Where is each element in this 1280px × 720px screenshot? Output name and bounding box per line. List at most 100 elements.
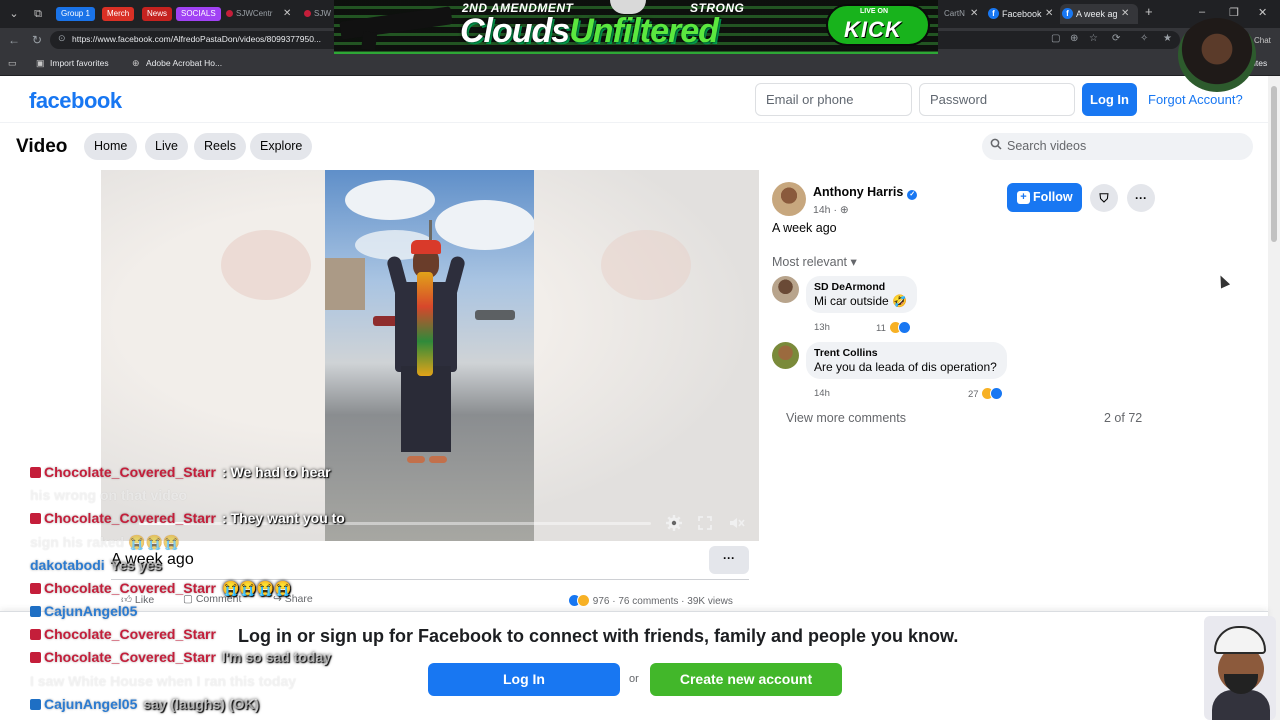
mute-icon[interactable] (728, 514, 746, 532)
url-text: https://www.facebook.com/AlfredoPastaDon… (72, 34, 322, 44)
post-more-button[interactable]: ··· (709, 546, 749, 574)
forgot-account-link[interactable]: Forgot Account? (1148, 92, 1243, 107)
more-options-button[interactable]: ··· (1127, 184, 1155, 212)
chat-label[interactable]: Chat (1254, 36, 1271, 45)
tab-favicon (226, 10, 233, 17)
tab-explore[interactable]: Explore (250, 133, 313, 160)
tab-group-socials[interactable]: SOCIALS (176, 7, 221, 21)
favorites-bar-label[interactable]: ites (1254, 58, 1267, 68)
mascot-body (1212, 690, 1270, 720)
search-placeholder: Search videos (1007, 139, 1087, 153)
tab-sjw[interactable]: SJW (304, 7, 334, 21)
close-tab-icon[interactable]: ✕ (970, 7, 978, 21)
bookmark-adobe-acrobat[interactable]: ⊕ Adobe Acrobat Ho... (132, 58, 222, 69)
comment-text: Mi car outside 🤣 (814, 294, 907, 308)
follow-label: Follow (1033, 190, 1073, 204)
view-more-comments-link[interactable]: View more comments (786, 411, 906, 425)
chat-message-continued: I saw White House when I ran this today (30, 673, 297, 689)
video-player[interactable] (101, 170, 759, 541)
laughing-emoji-icon: 🤣 (892, 294, 907, 308)
banner-title-part1: Clouds (460, 12, 570, 50)
chat-text: : They want you to (221, 510, 345, 526)
avatar[interactable] (772, 342, 799, 369)
avatar[interactable] (772, 182, 806, 216)
chat-message-continued: sign his raked 😭😭😭 (30, 534, 181, 550)
video-frame[interactable] (325, 170, 534, 541)
comment-reactions[interactable]: 11 (876, 321, 911, 334)
minimize-icon[interactable]: – (1199, 6, 1205, 18)
site-info-icon[interactable]: ⊙ (58, 33, 66, 44)
tab-live[interactable]: Live (145, 133, 188, 160)
password-field[interactable]: Password (919, 83, 1075, 116)
bookmark-icon: ⛉ (1099, 191, 1109, 205)
chat-badge-icon (30, 583, 41, 594)
close-tab-icon[interactable]: ✕ (1121, 7, 1129, 21)
commenter-name[interactable]: Trent Collins (814, 347, 997, 359)
fullscreen-icon[interactable] (696, 514, 714, 532)
author-name[interactable]: Anthony Harris ✓ (813, 185, 918, 200)
post-time[interactable]: 14h (813, 204, 831, 216)
tab-home[interactable]: Home (84, 133, 138, 160)
reload-icon[interactable]: ↻ (32, 32, 42, 48)
tab-layout-icon[interactable]: ▢ (1051, 33, 1060, 44)
maximize-icon[interactable]: ❐ (1229, 6, 1239, 19)
save-button[interactable]: ⛉ (1090, 184, 1118, 212)
bookmark-label: Adobe Acrobat Ho... (146, 58, 223, 68)
back-icon[interactable]: ← (8, 32, 20, 48)
chat-badge-icon (30, 513, 41, 524)
chat-username: dakotabodi (30, 557, 105, 573)
comment-time[interactable]: 14h (814, 388, 830, 399)
chat-message: CajunAngel05 say (laughs) (OK) (30, 696, 259, 712)
comment-time[interactable]: 13h (814, 322, 830, 333)
close-tab-icon[interactable]: ✕ (283, 7, 291, 21)
more-icon: ··· (1135, 191, 1147, 205)
post-sidebar: Anthony Harris ✓ 14h · ⊕ + Follow ⛉ ··· A … (760, 170, 1268, 470)
create-account-button[interactable]: Create new account (650, 663, 842, 696)
verified-badge-icon: ✓ (907, 190, 918, 200)
refresh-extension-icon[interactable]: ⟳ (1112, 33, 1120, 44)
chat-text-content: They want you to (230, 510, 345, 526)
commenter-name[interactable]: SD DeArmond (814, 281, 907, 293)
login-button[interactable]: Log In (1082, 83, 1137, 116)
tab-cartn[interactable]: CartN (944, 7, 966, 21)
chat-message: Chocolate_Covered_Starr: They want you t… (30, 510, 345, 526)
scrollbar-thumb[interactable] (1271, 86, 1277, 242)
tab-actions-icon[interactable]: ⌄ (6, 6, 22, 22)
search-videos-input[interactable]: Search videos (982, 133, 1253, 160)
person-shoe-right (429, 456, 447, 463)
comment-text-content: Mi car outside (814, 294, 889, 308)
tab-facebook[interactable]: f Facebook (986, 4, 1042, 24)
close-tab-icon[interactable]: ✕ (1045, 7, 1053, 21)
tab-reels[interactable]: Reels (194, 133, 246, 160)
prompt-login-button[interactable]: Log In (428, 663, 620, 696)
bookmark-import-favorites[interactable]: ▣ Import favorites (36, 58, 109, 69)
close-window-icon[interactable]: ✕ (1258, 6, 1267, 19)
kick-badge-small: LIVE ON (860, 8, 889, 15)
settings-gear-icon[interactable] (665, 514, 683, 532)
extensions-icon[interactable]: ✧ (1140, 33, 1148, 44)
comment-sort-dropdown[interactable]: Most relevant ▾ (772, 254, 857, 269)
chat-message: Chocolate_Covered_Starr 😭😭😭😭 (30, 580, 292, 597)
favorite-icon[interactable]: ☆ (1089, 33, 1098, 44)
tab-group-merch[interactable]: Merch (102, 7, 135, 21)
tab-sjwcentral[interactable]: SJWCentr (226, 7, 278, 21)
or-separator: or (629, 673, 639, 685)
tab-label: Facebook (1002, 9, 1042, 19)
workspaces-icon[interactable]: ⧉ (30, 6, 46, 22)
zoom-icon[interactable]: ⊕ (1070, 33, 1078, 44)
facebook-header: facebook Email or phone Password Log In … (0, 76, 1268, 122)
tab-group-1[interactable]: Group 1 (56, 7, 95, 21)
follow-button[interactable]: + Follow (1007, 183, 1082, 212)
reactions-count[interactable]: 976 (593, 596, 610, 607)
new-tab-icon[interactable]: + (1145, 5, 1153, 19)
facebook-logo[interactable]: facebook (29, 88, 122, 114)
comment-reactions[interactable]: 27 (968, 387, 1004, 400)
comments-count[interactable]: 76 comments (618, 596, 678, 607)
avatar[interactable] (772, 276, 799, 303)
sidebar-toggle-icon[interactable]: ▭ (8, 58, 22, 69)
cloud-shape (345, 180, 435, 220)
chat-username: Chocolate_Covered_Starr (44, 580, 216, 596)
email-field[interactable]: Email or phone (755, 83, 912, 116)
favorites-icon[interactable]: ★ (1163, 33, 1172, 44)
tab-group-news[interactable]: News (142, 7, 173, 21)
